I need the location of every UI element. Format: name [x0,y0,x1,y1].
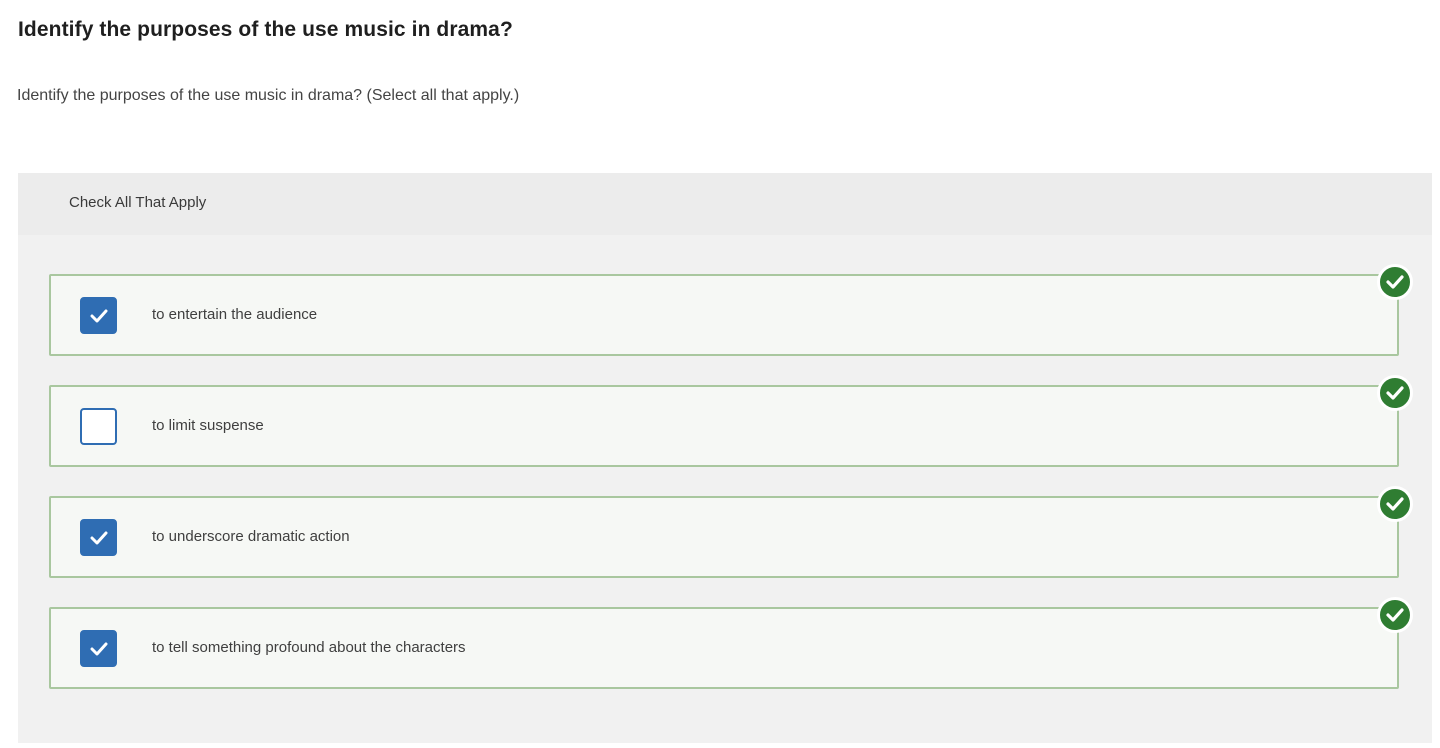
checkmark-icon [90,642,107,655]
checkmark-icon [90,309,107,322]
panel-header: Check All That Apply [18,173,1432,235]
option-label: to underscore dramatic action [152,528,350,545]
option-checkbox[interactable] [80,630,117,667]
option-checkbox[interactable] [80,297,117,334]
option-label: to entertain the audience [152,306,318,323]
check-circle-icon [1377,597,1413,633]
question-prompt: Identify the purposes of the use music i… [17,87,520,104]
option-label: to limit suspense [152,417,264,434]
check-circle-icon [1377,375,1413,411]
option-label: to tell something profound about the cha… [152,639,466,656]
question-title: Identify the purposes of the use music i… [18,18,513,41]
question-page: Identify the purposes of the use music i… [0,0,1440,748]
check-circle-icon [1377,486,1413,522]
answer-option-4[interactable]: to tell something profound about the cha… [49,597,1413,689]
checkmark-icon [90,531,107,544]
answer-option-1[interactable]: to entertain the audience [49,264,1413,356]
answer-panel: Check All That Apply to entertain the au… [18,173,1432,743]
answer-option-3[interactable]: to underscore dramatic action [49,486,1413,578]
check-circle-icon [1377,264,1413,300]
option-checkbox[interactable] [80,408,117,445]
option-checkbox[interactable] [80,519,117,556]
answer-option-2[interactable]: to limit suspense [49,375,1413,467]
